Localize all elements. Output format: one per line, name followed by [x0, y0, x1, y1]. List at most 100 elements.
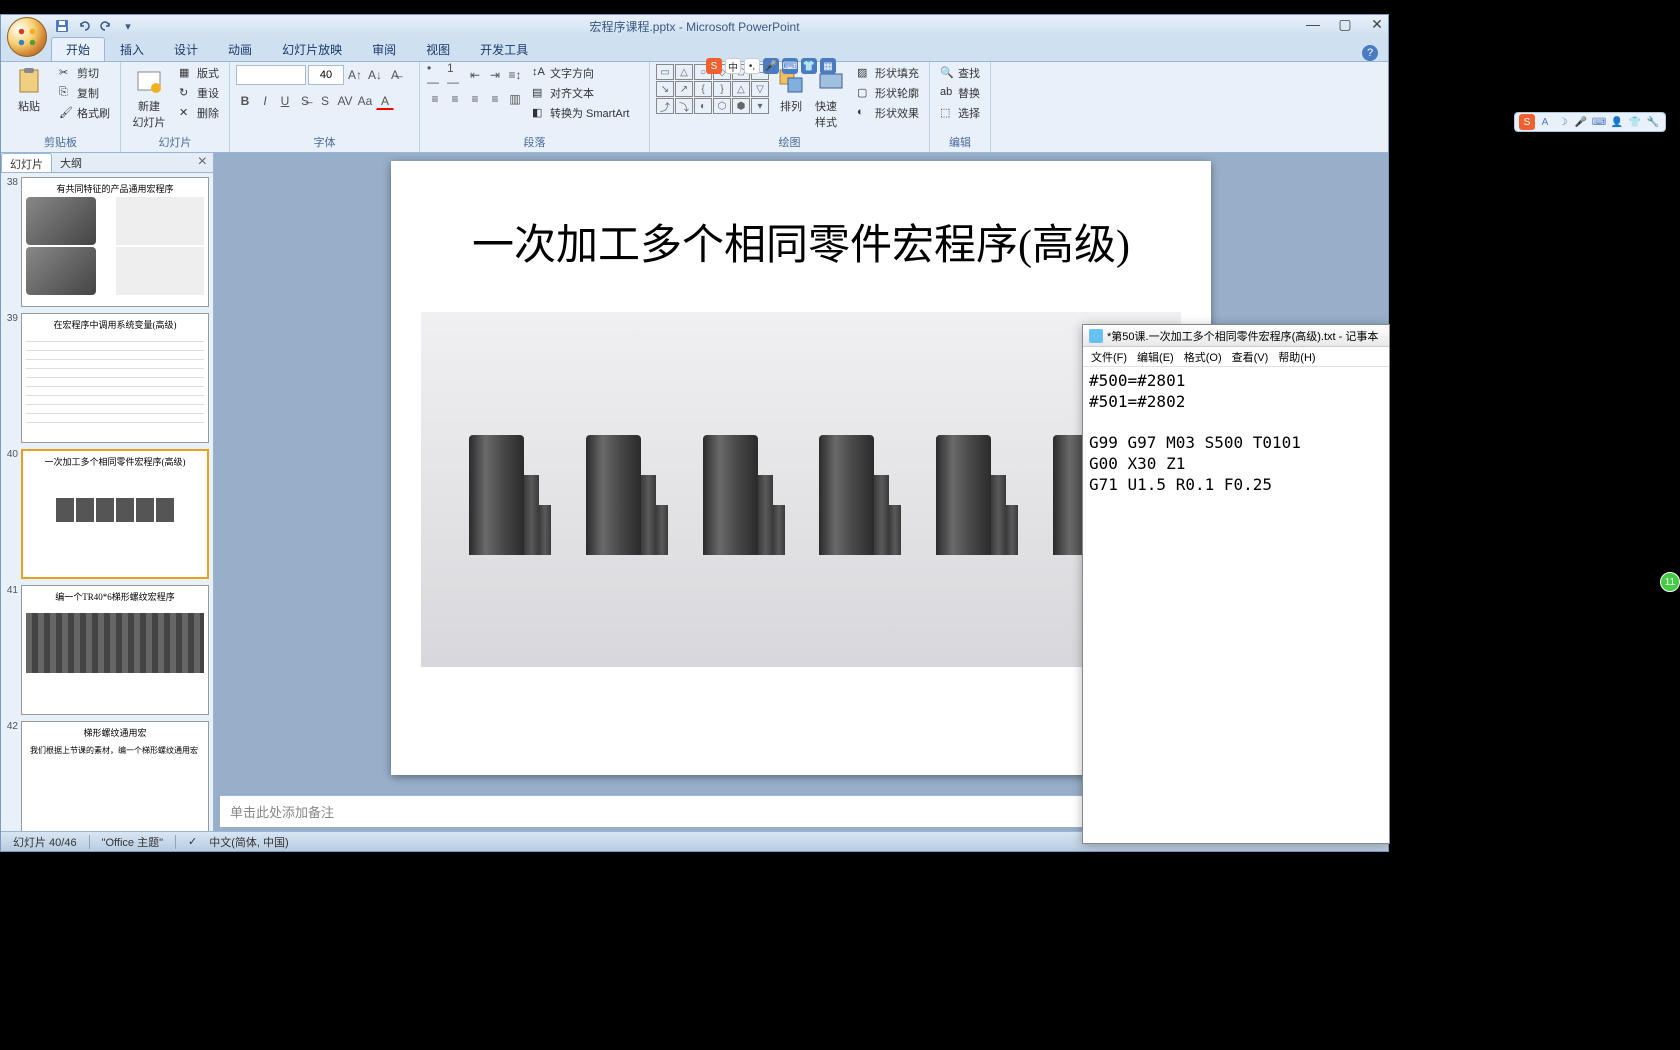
thumbnail-40[interactable]: 40 一次加工多个相同零件宏程序(高级) — [5, 449, 209, 579]
paste-button[interactable]: 粘贴 — [7, 64, 51, 116]
italic-button[interactable]: I — [256, 92, 274, 110]
tab-developer[interactable]: 开发工具 — [465, 37, 543, 61]
case-button[interactable]: Aa — [356, 92, 374, 110]
layout-button[interactable]: ▦版式 — [175, 64, 223, 82]
bullets-icon[interactable]: •— — [426, 66, 444, 84]
redo-icon[interactable] — [97, 17, 115, 35]
tab-view[interactable]: 视图 — [411, 37, 465, 61]
notepad-menu-help[interactable]: 帮助(H) — [1274, 347, 1319, 367]
ribbon: 粘贴 ✂剪切 ⎘复制 🖌格式刷 剪贴板 新建 幻灯片 ▦版式 ↻重设 — [1, 61, 1388, 153]
copy-button[interactable]: ⎘复制 — [55, 84, 114, 102]
align-center-icon[interactable]: ≡ — [446, 90, 464, 108]
thumbnails-list[interactable]: 38 有共同特征的产品通用宏程序 39 在宏程序中调用系统变量(高级) 40 一… — [1, 173, 213, 831]
ime-float-wrench-icon[interactable]: 🔧 — [1645, 114, 1661, 130]
ime-float-moon-icon[interactable]: ☽ — [1555, 114, 1571, 130]
notepad-title-bar[interactable]: *第50课.一次加工多个相同零件宏程序(高级).txt - 记事本 — [1083, 325, 1389, 347]
status-language[interactable]: 中文(简体, 中国) — [205, 834, 292, 850]
align-text-button[interactable]: ▤对齐文本 — [528, 84, 633, 102]
tab-slideshow[interactable]: 幻灯片放映 — [267, 37, 357, 61]
notepad-window: *第50课.一次加工多个相同零件宏程序(高级).txt - 记事本 文件(F) … — [1082, 324, 1390, 844]
find-button[interactable]: 🔍查找 — [936, 64, 984, 82]
ime-skin-icon[interactable]: 👕 — [801, 58, 817, 74]
delete-button[interactable]: ✕删除 — [175, 104, 223, 122]
shape-fill-button[interactable]: ▨形状填充 — [853, 64, 923, 82]
align-left-icon[interactable]: ≡ — [426, 90, 444, 108]
underline-button[interactable]: U — [276, 92, 294, 110]
notepad-content[interactable]: #500=#2801 #501=#2802 G99 G97 M03 S500 T… — [1083, 367, 1389, 843]
tab-animation[interactable]: 动画 — [213, 37, 267, 61]
char-spacing-icon[interactable]: AV — [336, 92, 354, 110]
office-button[interactable] — [7, 17, 47, 57]
group-clipboard-label: 剪贴板 — [7, 132, 114, 152]
shape-outline-button[interactable]: ▢形状轮廓 — [853, 84, 923, 102]
sogou-float-icon[interactable]: S — [1519, 114, 1535, 130]
indent-less-icon[interactable]: ⇤ — [466, 66, 484, 84]
panel-tab-outline[interactable]: 大纲 — [52, 153, 90, 172]
smartart-button[interactable]: ◧转换为 SmartArt — [528, 104, 633, 122]
close-button[interactable]: ✕ — [1370, 17, 1384, 31]
font-size-input[interactable] — [308, 65, 344, 85]
ime-keyboard-icon[interactable]: ⌨ — [782, 58, 798, 74]
replace-button[interactable]: ab替换 — [936, 84, 984, 102]
shape-effects-button[interactable]: ◐形状效果 — [853, 104, 923, 122]
bold-button[interactable]: B — [236, 92, 254, 110]
ime-float-kbd-icon[interactable]: ⌨ — [1591, 114, 1607, 130]
notepad-menu-file[interactable]: 文件(F) — [1087, 347, 1131, 367]
group-paragraph-label: 段落 — [426, 132, 643, 152]
qat-dropdown-icon[interactable]: ▾ — [119, 17, 137, 35]
ime-lang-icon[interactable]: 中 — [725, 58, 741, 74]
notepad-menu-format[interactable]: 格式(O) — [1180, 347, 1226, 367]
panel-tab-slides[interactable]: 幻灯片 — [1, 153, 52, 172]
maximize-button[interactable]: ▢ — [1338, 17, 1352, 31]
minimize-button[interactable]: — — [1306, 17, 1320, 31]
help-icon[interactable]: ? — [1362, 45, 1378, 61]
notepad-icon — [1089, 329, 1103, 343]
save-icon[interactable] — [53, 17, 71, 35]
text-direction-button[interactable]: ↕A文字方向 — [528, 64, 633, 82]
cut-button[interactable]: ✂剪切 — [55, 64, 114, 82]
ime-punct-icon[interactable]: •, — [744, 58, 760, 74]
ime-float-mic-icon[interactable]: 🎤 — [1573, 114, 1589, 130]
tab-review[interactable]: 审阅 — [357, 37, 411, 61]
thumbnail-42[interactable]: 42 梯形螺纹通用宏我们根据上节课的素材，编一个梯形螺纹通用宏 — [5, 721, 209, 831]
notepad-menu-edit[interactable]: 编辑(E) — [1133, 347, 1178, 367]
grow-font-icon[interactable]: A↑ — [346, 66, 364, 84]
spellcheck-icon[interactable]: ✓ — [184, 835, 201, 848]
ime-float-skin-icon[interactable]: 👕 — [1627, 114, 1643, 130]
notification-badge[interactable]: 11 — [1660, 572, 1680, 592]
panel-close-icon[interactable]: × — [192, 153, 213, 172]
tab-design[interactable]: 设计 — [159, 37, 213, 61]
quick-access-toolbar: ▾ — [53, 17, 137, 35]
columns-icon[interactable]: ▥ — [506, 90, 524, 108]
strike-button[interactable]: S̶ — [296, 92, 314, 110]
justify-icon[interactable]: ≡ — [486, 90, 504, 108]
ime-mic-icon[interactable]: 🎤 — [763, 58, 779, 74]
indent-more-icon[interactable]: ⇥ — [486, 66, 504, 84]
ime-float-bar[interactable]: S A ☽ 🎤 ⌨ 👤 👕 🔧 — [1514, 112, 1666, 132]
undo-icon[interactable] — [75, 17, 93, 35]
ime-menu-icon[interactable]: ▦ — [820, 58, 836, 74]
font-name-input[interactable] — [236, 65, 306, 85]
line-spacing-icon[interactable]: ≡↕ — [506, 66, 524, 84]
group-font-label: 字体 — [236, 132, 413, 152]
thumbnail-39[interactable]: 39 在宏程序中调用系统变量(高级) — [5, 313, 209, 443]
shrink-font-icon[interactable]: A↓ — [366, 66, 384, 84]
thumbnail-38[interactable]: 38 有共同特征的产品通用宏程序 — [5, 177, 209, 307]
align-right-icon[interactable]: ≡ — [466, 90, 484, 108]
numbering-icon[interactable]: 1— — [446, 66, 464, 84]
notepad-menu-view[interactable]: 查看(V) — [1228, 347, 1273, 367]
sogou-icon[interactable]: S — [706, 58, 722, 74]
shadow-button[interactable]: S — [316, 92, 334, 110]
ime-float-person-icon[interactable]: 👤 — [1609, 114, 1625, 130]
font-color-icon[interactable]: A — [376, 92, 394, 110]
new-slide-button[interactable]: 新建 幻灯片 — [127, 64, 171, 132]
group-edit-label: 编辑 — [936, 132, 984, 152]
clear-format-icon[interactable]: A̶ — [386, 66, 404, 84]
select-button[interactable]: ⬚选择 — [936, 104, 984, 122]
ime-float-a-icon[interactable]: A — [1537, 114, 1553, 130]
reset-button[interactable]: ↻重设 — [175, 84, 223, 102]
tab-home[interactable]: 开始 — [51, 37, 105, 61]
tab-insert[interactable]: 插入 — [105, 37, 159, 61]
thumbnail-41[interactable]: 41 编一个TR40*6梯形螺纹宏程序 — [5, 585, 209, 715]
format-painter-button[interactable]: 🖌格式刷 — [55, 104, 114, 122]
